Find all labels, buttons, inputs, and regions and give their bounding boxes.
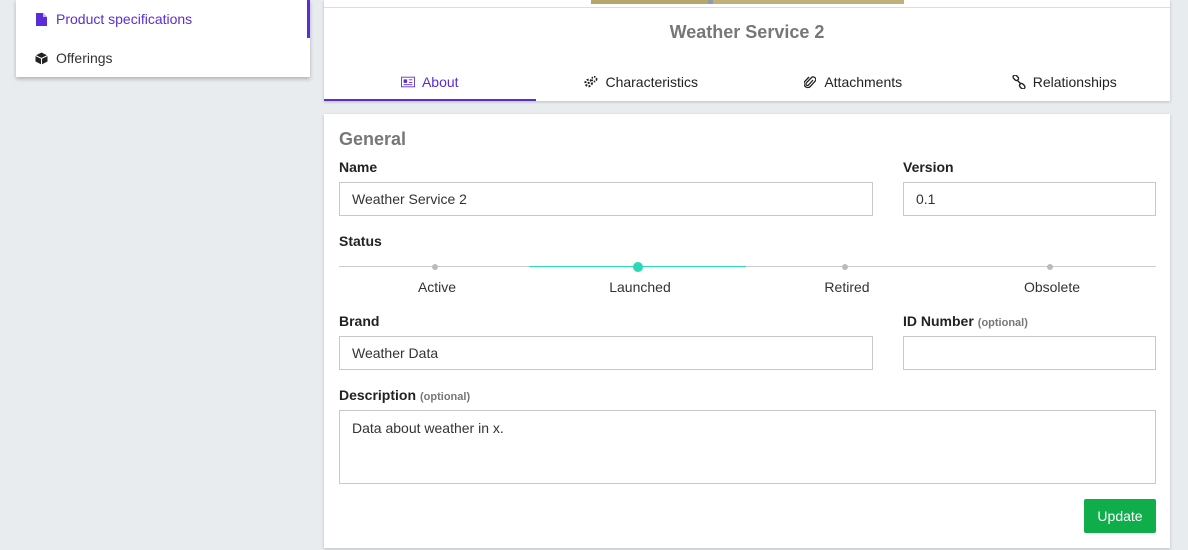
tab-characteristics[interactable]: Characteristics [536, 62, 748, 101]
status-track [339, 266, 1156, 267]
gears-icon [584, 75, 598, 89]
tab-bar: About Characteristics Attachments Relati… [324, 62, 1170, 101]
id-number-label: ID Number (optional) [903, 313, 1028, 329]
name-label: Name [339, 159, 378, 175]
status-dot-obsolete[interactable] [1047, 264, 1053, 270]
version-label: Version [903, 159, 954, 175]
general-form: General Name Version Status Active Launc… [324, 114, 1170, 548]
tab-label: About [421, 73, 459, 90]
tab-attachments[interactable]: Attachments [747, 62, 959, 101]
version-field[interactable] [903, 182, 1156, 216]
file-icon [34, 12, 48, 26]
product-banner-image [591, 0, 904, 4]
cube-icon [34, 51, 48, 65]
status-dot-active[interactable] [432, 264, 438, 270]
status-option-launched[interactable]: Launched [580, 279, 700, 295]
description-label-text: Description [339, 387, 417, 403]
status-label: Status [339, 233, 382, 249]
link-icon [1012, 74, 1026, 89]
id-number-field[interactable] [903, 336, 1156, 370]
description-label: Description (optional) [339, 387, 470, 403]
sidebar-item-offerings[interactable]: Offerings [16, 39, 310, 77]
status-option-obsolete[interactable]: Obsolete [992, 279, 1112, 295]
page-title: Weather Service 2 [669, 22, 825, 42]
section-title: General [339, 129, 407, 149]
newspaper-icon [400, 75, 415, 89]
update-button[interactable]: Update [1084, 499, 1156, 533]
id-number-label-text: ID Number [903, 313, 974, 329]
sidebar-item-product-specifications[interactable]: Product specifications [16, 0, 310, 38]
product-header: Weather Service 2 About Characteristics … [324, 0, 1170, 101]
sidebar-menu: Product specifications Offerings [16, 0, 310, 77]
tab-about[interactable]: About [324, 62, 536, 101]
divider [324, 7, 1170, 8]
tab-label: Relationships [1032, 73, 1117, 90]
status-option-active[interactable]: Active [377, 279, 497, 295]
sidebar-item-label: Offerings [56, 50, 113, 66]
paperclip-icon [803, 75, 817, 89]
name-field[interactable] [339, 182, 873, 216]
tab-label: Attachments [824, 73, 903, 90]
status-dot-retired[interactable] [842, 264, 848, 270]
description-field[interactable]: Data about weather in x. [339, 410, 1156, 484]
brand-label: Brand [339, 313, 380, 329]
optional-hint: (optional) [977, 317, 1028, 329]
tab-label: Characteristics [605, 73, 699, 90]
status-dot-launched[interactable] [633, 262, 643, 272]
brand-field[interactable] [339, 336, 873, 370]
optional-hint: (optional) [420, 391, 471, 403]
status-option-retired[interactable]: Retired [787, 279, 907, 295]
sidebar-item-label: Product specifications [56, 11, 193, 27]
tab-relationships[interactable]: Relationships [959, 62, 1171, 101]
